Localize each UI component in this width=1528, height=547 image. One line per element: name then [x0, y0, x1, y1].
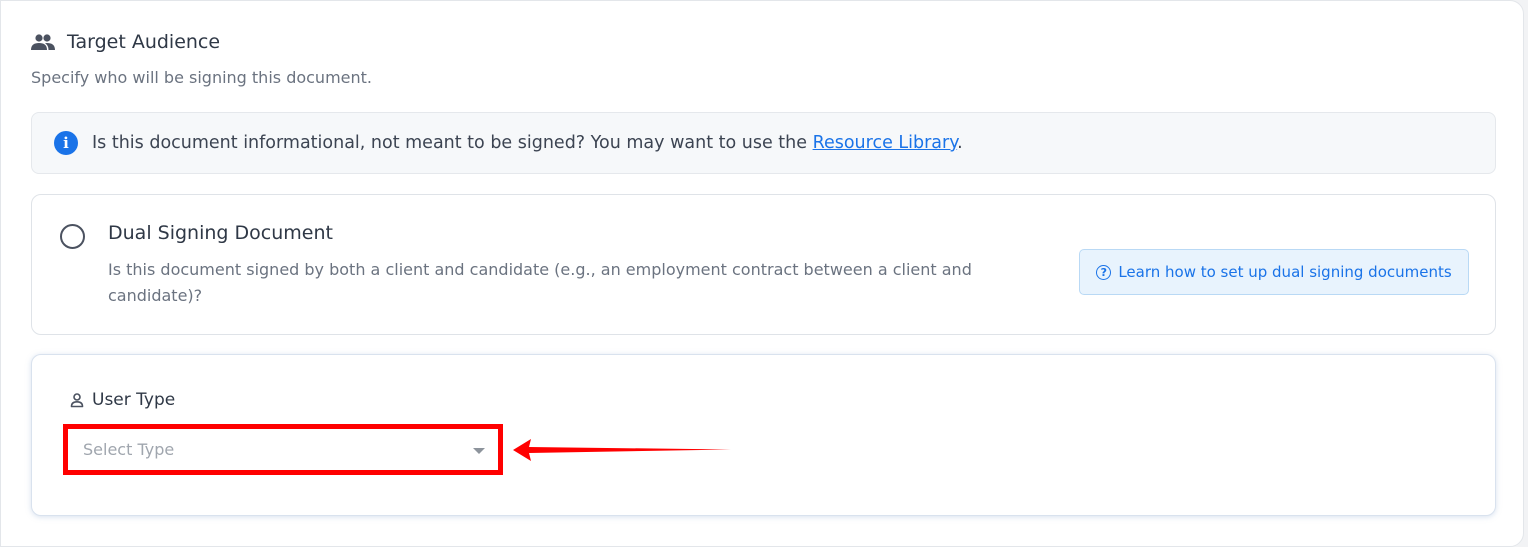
user-type-label-text: User Type: [92, 390, 176, 410]
info-banner: i Is this document informational, not me…: [31, 112, 1496, 174]
dual-signing-description: Is this document signed by both a client…: [108, 260, 972, 305]
section-subtitle: Specify who will be signing this documen…: [31, 68, 372, 87]
question-circle-icon: ?: [1096, 264, 1112, 280]
dual-signing-radio[interactable]: [60, 224, 85, 249]
people-icon: [31, 34, 55, 50]
chevron-down-icon: [473, 448, 485, 454]
learn-dual-signing-label: Learn how to set up dual signing documen…: [1118, 263, 1452, 281]
info-icon: i: [54, 131, 78, 155]
resource-library-link[interactable]: Resource Library: [813, 133, 958, 153]
target-audience-panel: Target Audience Specify who will be sign…: [0, 0, 1524, 547]
select-highlight-box: Select Type: [63, 424, 503, 475]
dual-signing-card[interactable]: Dual Signing Document Is this document s…: [31, 194, 1496, 335]
user-type-card: User Type Select Type: [31, 354, 1496, 516]
section-header: Target Audience: [31, 31, 220, 53]
info-banner-text: Is this document informational, not mean…: [92, 133, 963, 153]
info-banner-suffix: .: [957, 133, 963, 153]
dual-signing-title: Dual Signing Document: [108, 222, 333, 244]
info-banner-message: Is this document informational, not mean…: [92, 133, 813, 153]
learn-dual-signing-button[interactable]: ? Learn how to set up dual signing docum…: [1079, 249, 1469, 295]
user-type-select[interactable]: Select Type: [73, 434, 493, 465]
user-type-select-placeholder: Select Type: [83, 440, 175, 459]
section-title: Target Audience: [67, 31, 221, 53]
annotation-arrow-icon: [513, 439, 731, 461]
user-type-label: User Type: [69, 390, 175, 410]
user-icon: [70, 393, 84, 408]
